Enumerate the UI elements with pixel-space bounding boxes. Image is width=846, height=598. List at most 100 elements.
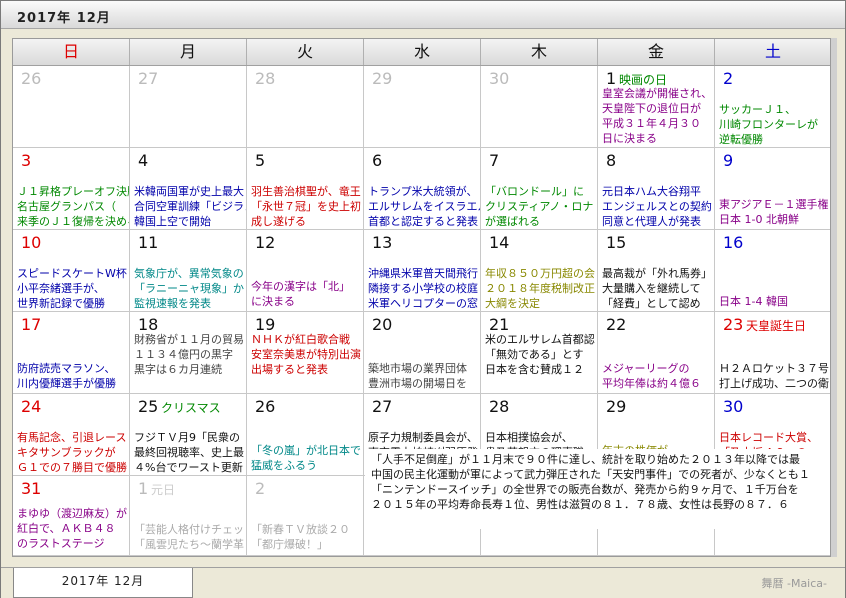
day-cell[interactable]: 9 東アジアＥ－１選手権 日本 1-0 北朝鮮 (715, 148, 830, 230)
event-text: Ｊ１昇格プレーオフ決勝 (17, 185, 130, 198)
event-text: 日本 1-4 韓国 (719, 295, 788, 308)
month-tab[interactable]: 2017年 12月 (13, 568, 193, 598)
event-text: 「芸能人格付けチェッ (134, 523, 244, 536)
event-text: 築地市場の業界団体 (368, 362, 467, 375)
day-number: 2 (255, 479, 266, 498)
event-text: 同意と代理人が発表 (602, 215, 701, 228)
day-number: 12 (255, 233, 276, 252)
event-text: 気象庁が、異常気象の (134, 267, 244, 280)
event-text: 猛威をふるう (251, 459, 317, 472)
event-text: エルサレムをイスラエル (368, 200, 481, 213)
day-cell[interactable]: 2 サッカーＪ１、 川崎フロンターレが 逆転優勝 (715, 66, 830, 148)
day-cell[interactable]: 14 年収８５０万円超の会 ２０１８年度税制改正 大綱を決定 (481, 230, 598, 312)
day-cell[interactable]: 5 羽生善治棋聖が、竜王 「永世７冠」を史上初 成し遂げる (247, 148, 364, 230)
app-brand: 舞暦 -Maica- (761, 577, 827, 590)
day-cell[interactable]: 11 気象庁が、異常気象の 「ラニーニャ現象」か 監視速報を発表 (130, 230, 247, 312)
day-number: 28 (255, 69, 276, 88)
day-number: 14 (489, 233, 510, 252)
note-line: 「ニンテンドースイッチ」の全世界での販売台数が、発売から約９ヶ月で、１千万台を (371, 483, 799, 496)
day-cell[interactable]: 6 トランプ米大統領が、 エルサレムをイスラエル 首都と認定すると発表 (364, 148, 481, 230)
event-text: 出場すると発表 (251, 363, 328, 376)
day-cell[interactable]: 23 天皇誕生日 Ｈ２Ａロケット３７号 打上げ成功、二つの衛 (715, 312, 830, 394)
day-cell[interactable]: 25 クリスマス フジＴＶ月9「民衆の 最終回視聴率、史上最 ４%台でワースト更新 (130, 394, 247, 476)
event-text: 「風雲児たち～蘭学革 (134, 538, 244, 551)
day-number: 27 (372, 397, 393, 416)
day-cell[interactable]: 31 まゆゆ（渡辺麻友）が 紅白で、ＡＫＢ４８ のラストステージ (13, 476, 130, 556)
day-cell[interactable]: 10 スピードスケートW杯 小平奈緒選手が、 世界新記録で優勝 (13, 230, 130, 312)
day-cell[interactable]: 26 「冬の嵐」が北日本で 猛威をふるう (247, 394, 364, 476)
calendar-scrollbar[interactable] (831, 38, 837, 557)
event-text: 米軍ヘリコプターの窓 (368, 297, 478, 310)
event-text: 世界新記録で優勝 (17, 297, 105, 310)
event-text: 日本相撲協会が、 (485, 431, 573, 444)
day-cell[interactable]: 21 米のエルサレム首都認 「無効である」とす 日本を含む賛成１２ (481, 312, 598, 394)
month-notes[interactable]: 「人手不足倒産」が１１月末で９０件に達し、統計を取り始めた２０１３年以降では最 … (365, 449, 830, 529)
event-text: 名古屋グランパス（ (17, 200, 116, 213)
day-cell[interactable]: 29 (364, 66, 481, 148)
day-cell[interactable]: 30 (481, 66, 598, 148)
event-text: 羽生善治棋聖が、竜王 (251, 185, 361, 198)
day-number: 26 (255, 397, 276, 416)
event-text: ＮＨＫが紅白歌合戦 (251, 333, 350, 346)
day-cell[interactable]: 24 有馬記念、引退レース キタサンブラックが Ｇ１での７勝目で優勝 (13, 394, 130, 476)
weekday-tue: 火 (247, 39, 364, 65)
event-text: Ｈ２Ａロケット３７号 (719, 362, 829, 375)
day-cell[interactable]: 2 「新春ＴＶ放談２０ 「都庁爆破！」 (247, 476, 364, 556)
event-text: 財務省が１１月の貿易 (134, 333, 244, 346)
event-text: 「ラニーニャ現象」か (134, 282, 244, 295)
event-text: Ｇ１での７勝目で優勝 (17, 461, 127, 474)
day-cell[interactable]: 4 米韓両国軍が史上最大合同空軍訓練「ビジラント韓国上空で開始 (130, 148, 247, 230)
event-text: 大量購入を継続して (602, 282, 701, 295)
day-number: 23 (723, 315, 744, 334)
event-text: 来季のＪ１復帰を決める (17, 215, 130, 228)
day-number: 25 (138, 397, 159, 416)
day-cell[interactable]: 27 (130, 66, 247, 148)
event-text: 天皇陛下の退位日が (602, 102, 701, 115)
weekday-wed: 水 (364, 39, 481, 65)
day-cell[interactable]: 16 日本 1-4 韓国 (715, 230, 830, 312)
day-cell[interactable]: 19 ＮＨＫが紅白歌合戦 安室奈美恵が特別出演 出場すると発表 (247, 312, 364, 394)
event-text: が選ばれる (485, 215, 540, 228)
day-number: 15 (606, 233, 627, 252)
day-cell[interactable]: 1 元日 「芸能人格付けチェッ 「風雲児たち～蘭学革 (130, 476, 247, 556)
event-text: 監視速報を発表 (134, 297, 211, 310)
event-text: トランプ米大統領が、 (368, 185, 478, 198)
day-number: 9 (723, 151, 734, 170)
event-text: 川崎フロンターレが (719, 118, 818, 131)
day-cell[interactable]: 22 メジャーリーグの 平均年俸は約４億６ (598, 312, 715, 394)
day-number: 17 (21, 315, 42, 334)
day-cell[interactable]: 18 財務省が１１月の貿易 １１３４億円の黒字 黒字は６カ月連続 (130, 312, 247, 394)
event-text: エンジェルスとの契約 (602, 200, 712, 213)
weekday-fri: 金 (598, 39, 715, 65)
day-number: 4 (138, 151, 149, 170)
event-text: 安室奈美恵が特別出演 (251, 348, 361, 361)
day-cell[interactable]: 8 元日本ハム大谷翔平 エンジェルスとの契約 同意と代理人が発表 (598, 148, 715, 230)
event-text: 日に決まる (602, 132, 657, 145)
day-cell[interactable]: 12 今年の漢字は「北」 に決まる (247, 230, 364, 312)
event-text: キタサンブラックが (17, 446, 116, 459)
event-text: 「新春ＴＶ放談２０ (251, 523, 350, 536)
month-calendar: 日 月 火 水 木 金 土 26 27 28 29 30 1 映画の日 皇室会議が開催され、天… (12, 38, 831, 557)
day-cell[interactable]: 3 Ｊ１昇格プレーオフ決勝 名古屋グランパス（ 来季のＪ１復帰を決める (13, 148, 130, 230)
day-cell[interactable]: 1 映画の日 皇室会議が開催され、 天皇陛下の退位日が 平成３１年４月３０ 日に決まる (598, 66, 715, 148)
calendar-window: 2017年 12月 日 月 火 水 木 金 土 26 27 28 29 30 1 映画の日皇… (0, 0, 846, 598)
day-number: 11 (138, 233, 159, 252)
event-text: 原子力規制委員会が、 (368, 431, 478, 444)
day-cell[interactable]: 26 (13, 66, 130, 148)
day-cell[interactable]: 28 (247, 66, 364, 148)
event-text: に決まる (251, 295, 295, 308)
event-text: スピードスケートW杯 (17, 267, 127, 280)
day-cell[interactable]: 13 沖縄県米軍普天間飛行 隣接する小学校の校庭 米軍ヘリコプターの窓 (364, 230, 481, 312)
day-number: 22 (606, 315, 627, 334)
event-text: 大綱を決定 (485, 297, 540, 310)
day-cell[interactable]: 20 築地市場の業界団体 豊洲市場の開場日を (364, 312, 481, 394)
event-text: 最高裁が「外れ馬券」 (602, 267, 712, 280)
day-cell[interactable]: 17 防府読売マラソン、 川内優輝選手が優勝 (13, 312, 130, 394)
window-title: 2017年 12月 (17, 11, 111, 26)
note-line: 「人手不足倒産」が１１月末で９０件に達し、統計を取り始めた２０１３年以降では最 (371, 453, 800, 466)
day-cell[interactable]: 15 最高裁が「外れ馬券」 大量購入を継続して 「経費」として認め (598, 230, 715, 312)
event-text: 日本を含む賛成１２ (485, 363, 584, 376)
day-cell[interactable]: 7 「バロンドール」に クリスティアノ・ロナ が選ばれる (481, 148, 598, 230)
day-number: 13 (372, 233, 393, 252)
event-text: 首都と認定すると発表 (368, 215, 478, 228)
